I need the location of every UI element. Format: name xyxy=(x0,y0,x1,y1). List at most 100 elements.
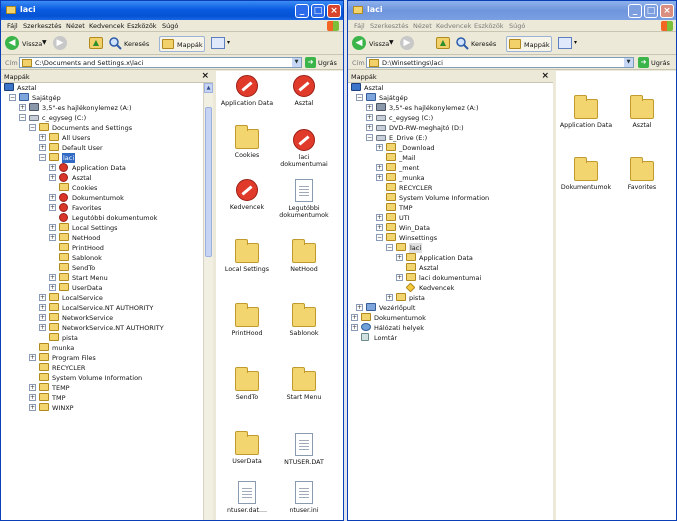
expand-icon[interactable]: + xyxy=(49,224,56,231)
back-dropdown-icon[interactable]: ▼ xyxy=(389,39,394,46)
file-item[interactable]: PrintHood xyxy=(219,303,275,337)
expand-icon[interactable]: + xyxy=(39,134,46,141)
file-item[interactable]: Favorites xyxy=(614,157,670,191)
expand-icon[interactable]: + xyxy=(39,294,46,301)
address-dropdown-icon[interactable]: ▼ xyxy=(624,58,633,67)
file-item[interactable]: Local Settings xyxy=(219,239,275,273)
expand-icon[interactable]: + xyxy=(49,194,56,201)
scroll-thumb[interactable] xyxy=(205,107,212,257)
file-item[interactable]: Kedvencek xyxy=(219,179,275,211)
folder-up-icon[interactable]: ▲ xyxy=(89,37,103,49)
forward-arrow-icon[interactable]: ▶ xyxy=(400,36,414,50)
expand-icon[interactable]: + xyxy=(29,394,36,401)
address-field[interactable]: D:\Winsettings\laci ▼ xyxy=(366,57,634,68)
collapse-icon[interactable]: − xyxy=(356,94,363,101)
menu-favorites[interactable]: Kedvencek xyxy=(436,22,471,30)
close-button[interactable]: × xyxy=(327,4,341,18)
expand-icon[interactable]: + xyxy=(19,104,26,111)
back-button[interactable]: Vissza xyxy=(22,40,42,48)
title-bar[interactable]: laci _ □ × xyxy=(1,1,343,20)
file-item[interactable]: laci dokumentumai xyxy=(276,129,332,168)
collapse-icon[interactable]: − xyxy=(366,134,373,141)
menu-file[interactable]: Fájl xyxy=(354,22,365,30)
search-icon[interactable] xyxy=(108,36,122,50)
expand-icon[interactable]: + xyxy=(366,114,373,121)
collapse-icon[interactable]: − xyxy=(39,154,46,161)
expand-icon[interactable]: + xyxy=(29,354,36,361)
folder-up-icon[interactable]: ▲ xyxy=(436,37,450,49)
menu-view[interactable]: Nézet xyxy=(66,22,85,30)
expand-icon[interactable]: + xyxy=(351,324,358,331)
file-item[interactable]: NetHood xyxy=(276,239,332,273)
folders-button[interactable]: Mappák xyxy=(506,36,552,52)
go-button[interactable]: Ugrás xyxy=(318,59,337,67)
expand-icon[interactable]: + xyxy=(29,384,36,391)
expand-icon[interactable]: + xyxy=(396,274,403,281)
back-arrow-icon[interactable]: ◀ xyxy=(5,36,19,50)
views-dropdown-icon[interactable]: ▾ xyxy=(574,39,577,46)
go-button[interactable]: Ugrás xyxy=(651,59,670,67)
menu-help[interactable]: Súgó xyxy=(509,22,525,30)
expand-icon[interactable]: + xyxy=(39,324,46,331)
expand-icon[interactable]: + xyxy=(376,164,383,171)
back-dropdown-icon[interactable]: ▼ xyxy=(42,39,47,46)
expand-icon[interactable]: + xyxy=(39,304,46,311)
file-item[interactable]: Dokumentumok xyxy=(558,157,614,191)
file-item[interactable]: SendTo xyxy=(219,367,275,401)
search-icon[interactable] xyxy=(455,36,469,50)
menu-view[interactable]: Nézet xyxy=(413,22,432,30)
file-item[interactable]: ntuser.ini xyxy=(276,481,332,514)
close-pane-icon[interactable]: × xyxy=(201,71,209,81)
views-icon[interactable] xyxy=(558,37,572,49)
collapse-icon[interactable]: − xyxy=(19,114,26,121)
file-item[interactable]: Legutóbbi dokumentumok xyxy=(276,179,332,219)
menu-tools[interactable]: Eszközök xyxy=(127,22,157,30)
menu-favorites[interactable]: Kedvencek xyxy=(89,22,124,30)
expand-icon[interactable]: + xyxy=(376,214,383,221)
file-item[interactable]: Asztal xyxy=(276,75,332,107)
file-item[interactable]: UserData xyxy=(219,431,275,465)
expand-icon[interactable]: + xyxy=(39,314,46,321)
expand-icon[interactable]: + xyxy=(49,234,56,241)
menu-edit[interactable]: Szerkesztés xyxy=(23,22,61,30)
expand-icon[interactable]: + xyxy=(366,104,373,111)
expand-icon[interactable]: + xyxy=(39,144,46,151)
file-item[interactable]: Start Menu xyxy=(276,367,332,401)
views-dropdown-icon[interactable]: ▾ xyxy=(227,39,230,46)
expand-icon[interactable]: + xyxy=(356,304,363,311)
expand-icon[interactable]: + xyxy=(376,224,383,231)
expand-icon[interactable]: + xyxy=(366,124,373,131)
expand-icon[interactable]: + xyxy=(29,404,36,411)
file-item[interactable]: Sablonok xyxy=(276,303,332,337)
expand-icon[interactable]: + xyxy=(396,254,403,261)
expand-icon[interactable]: + xyxy=(49,274,56,281)
file-item[interactable]: ntuser.dat.... xyxy=(219,481,275,514)
expand-icon[interactable]: + xyxy=(49,174,56,181)
expand-icon[interactable]: + xyxy=(49,284,56,291)
close-button[interactable]: × xyxy=(660,4,674,18)
minimize-button[interactable]: _ xyxy=(295,4,309,18)
collapse-icon[interactable]: − xyxy=(376,234,383,241)
expand-icon[interactable]: + xyxy=(49,164,56,171)
back-button[interactable]: Vissza xyxy=(369,40,389,48)
title-bar[interactable]: laci _ □ × xyxy=(348,1,676,20)
menu-edit[interactable]: Szerkesztés xyxy=(370,22,408,30)
menu-file[interactable]: Fájl xyxy=(7,22,18,30)
expand-icon[interactable]: + xyxy=(386,294,393,301)
menu-tools[interactable]: Eszközök xyxy=(474,22,504,30)
file-item[interactable]: NTUSER.DAT xyxy=(276,433,332,466)
expand-icon[interactable]: + xyxy=(49,204,56,211)
maximize-button[interactable]: □ xyxy=(644,4,658,18)
maximize-button[interactable]: □ xyxy=(311,4,325,18)
file-item[interactable]: Application Data xyxy=(558,95,614,129)
expand-icon[interactable]: + xyxy=(376,144,383,151)
expand-icon[interactable]: + xyxy=(351,314,358,321)
address-dropdown-icon[interactable]: ▼ xyxy=(292,58,301,67)
search-button[interactable]: Keresés xyxy=(124,40,149,48)
search-button[interactable]: Keresés xyxy=(471,40,496,48)
views-icon[interactable] xyxy=(211,37,225,49)
expand-icon[interactable]: + xyxy=(376,174,383,181)
folders-button[interactable]: Mappák xyxy=(159,36,205,52)
scroll-up-icon[interactable]: ▲ xyxy=(204,83,213,93)
file-item[interactable]: Application Data xyxy=(219,75,275,107)
